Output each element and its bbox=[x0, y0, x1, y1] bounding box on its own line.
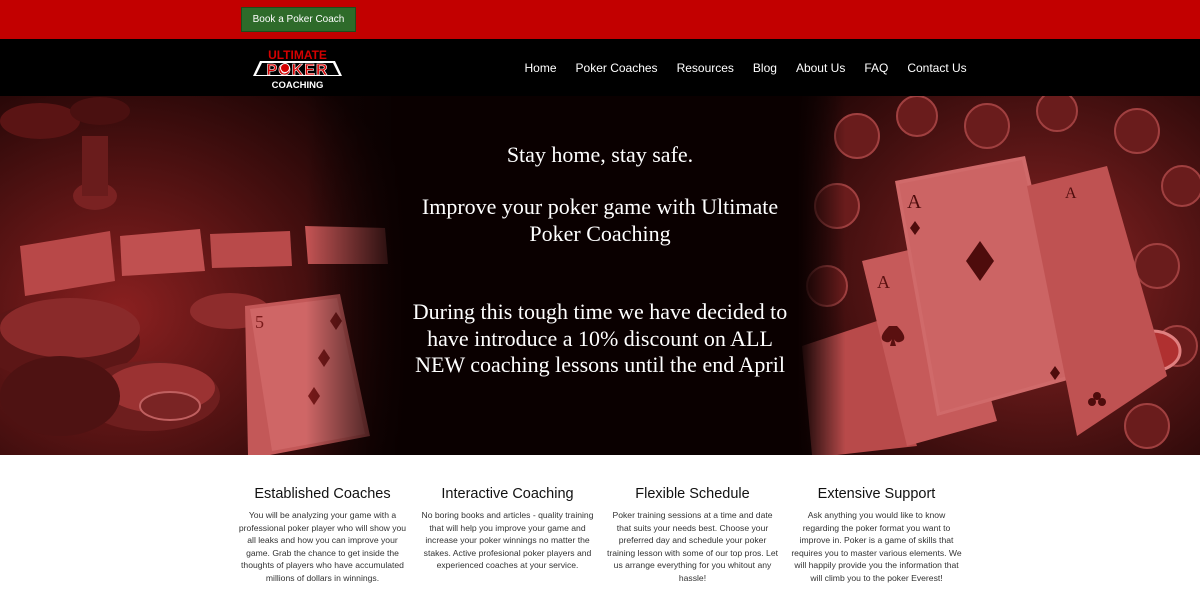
nav-blog[interactable]: Blog bbox=[743, 61, 786, 75]
logo-text-poker: POKER bbox=[267, 62, 329, 79]
logo-text-ultimate: ULTIMATE bbox=[268, 48, 327, 62]
hero-subheadline: Improve your poker game with Ultimate Po… bbox=[421, 194, 779, 246]
nav-about-us[interactable]: About Us bbox=[786, 61, 854, 75]
feature-established-coaches: Established Coaches You will be analyzin… bbox=[235, 486, 410, 585]
feature-extensive-support: Extensive Support Ask anything you would… bbox=[789, 486, 964, 585]
hero-image-aces: A A A bbox=[797, 96, 1200, 455]
book-poker-coach-button[interactable]: Book a Poker Coach bbox=[241, 7, 356, 32]
site-logo[interactable]: ULTIMATE POKER COACHING bbox=[250, 48, 345, 91]
feature-text: Poker training sessions at a time and da… bbox=[606, 510, 778, 583]
hero-image-chips-cards: 5 bbox=[0, 96, 408, 455]
main-nav: Home Poker Coaches Resources Blog About … bbox=[515, 39, 976, 96]
feature-title: Interactive Coaching bbox=[441, 486, 574, 502]
hero-headline: Stay home, stay safe. bbox=[506, 142, 694, 167]
nav-resources[interactable]: Resources bbox=[667, 61, 743, 75]
nav-faq[interactable]: FAQ bbox=[855, 61, 898, 75]
logo-text-coaching: COACHING bbox=[272, 80, 324, 91]
feature-title: Extensive Support bbox=[817, 486, 936, 502]
hero-discount-message: During this tough time we have decided t… bbox=[412, 299, 788, 377]
top-bar: Book a Poker Coach bbox=[0, 0, 1200, 39]
feature-title: Established Coaches bbox=[254, 486, 391, 502]
nav-contact-us[interactable]: Contact Us bbox=[898, 61, 976, 75]
feature-text: You will be analyzing your game with a p… bbox=[238, 510, 407, 583]
features-section: Established Coaches You will be analyzin… bbox=[235, 486, 965, 595]
nav-poker-coaches[interactable]: Poker Coaches bbox=[566, 61, 667, 75]
feature-text: No boring books and articles - quality t… bbox=[421, 510, 594, 571]
feature-text: Ask anything you would like to know rega… bbox=[791, 510, 962, 583]
feature-flexible-schedule: Flexible Schedule Poker training session… bbox=[605, 486, 780, 585]
hero-banner: 5 bbox=[0, 96, 1200, 455]
navbar: ULTIMATE POKER COACHING Home Poker Coach… bbox=[0, 39, 1200, 96]
hero-text: Stay home, stay safe. Improve your poker… bbox=[400, 96, 800, 455]
feature-interactive-coaching: Interactive Coaching No boring books and… bbox=[420, 486, 595, 572]
feature-title: Flexible Schedule bbox=[635, 486, 750, 502]
nav-home[interactable]: Home bbox=[515, 61, 566, 75]
